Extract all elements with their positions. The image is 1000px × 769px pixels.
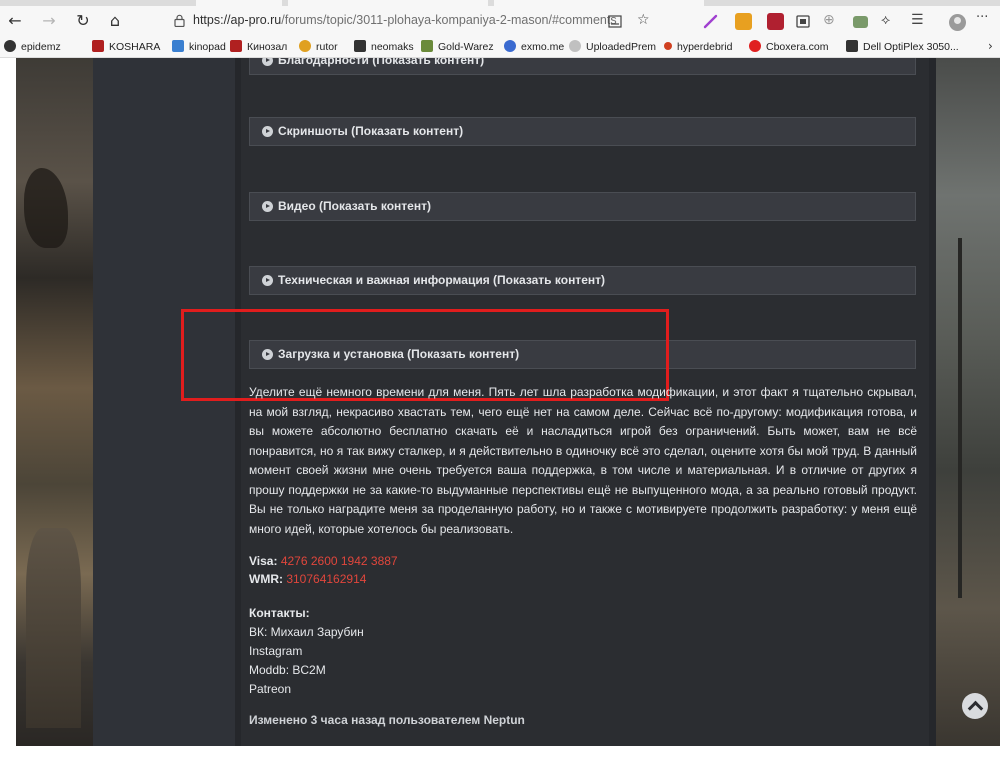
address-url[interactable]: https://ap-pro.ru/forums/topic/3011-ploh… <box>193 13 617 27</box>
spoiler-credits[interactable]: Благодарности (Показать контент) <box>249 58 916 75</box>
reader-icon[interactable] <box>608 14 623 29</box>
favorites-icon[interactable]: ☰ <box>911 12 924 28</box>
spoiler-label: Скриншоты (Показать контент) <box>278 124 464 138</box>
ublock-extension-icon[interactable] <box>767 13 784 30</box>
bookmark-hyperdebrid[interactable]: hyperdebrid <box>664 39 732 55</box>
neomaks-icon <box>354 40 366 52</box>
url-host: https://ap-pro.ru <box>193 13 282 27</box>
bookmark-rutor[interactable]: rutor <box>299 39 338 55</box>
spoiler-label: Техническая и важная информация (Показат… <box>278 273 605 287</box>
spoiler-screenshots[interactable]: Скриншоты (Показать контент) <box>249 117 916 146</box>
bookmark-koshara[interactable]: KOSHARA <box>92 39 160 55</box>
url-path: /forums/topic/3011-plohaya-kompaniya-2-m… <box>281 13 617 27</box>
bookmark-kinopad[interactable]: kinopad <box>172 39 226 55</box>
uploadedprem-icon <box>569 40 581 52</box>
epidemz-icon <box>4 40 16 52</box>
bookmark-epidemz[interactable]: epidemz <box>4 39 61 55</box>
hyperdebrid-icon <box>664 42 672 50</box>
extensions-icon[interactable]: ⟡ <box>881 12 890 28</box>
background-tree <box>958 238 962 598</box>
visa-number: 4276 2600 1942 3887 <box>280 554 398 568</box>
koshara-icon <box>92 40 104 52</box>
tampermonkey-extension-icon[interactable] <box>853 16 868 28</box>
wmr-number: 310764162914 <box>286 572 367 586</box>
back-icon[interactable]: ← <box>4 10 26 32</box>
globe-extension-icon[interactable]: ⊕ <box>823 12 835 28</box>
post-paragraph: Уделите ещё немного времени для меня. Пя… <box>249 385 917 536</box>
bookmark-gold-warez[interactable]: Gold-Warez <box>421 39 494 55</box>
address-bar[interactable]: https://ap-pro.ru/forums/topic/3011-ploh… <box>160 9 680 33</box>
background-tree <box>24 168 68 248</box>
spoiler-video[interactable]: Видео (Показать контент) <box>249 192 916 221</box>
spoiler-expand-icon <box>262 275 273 286</box>
wmr-label: WMR: <box>249 572 283 586</box>
edited-note: Изменено 3 часа назад пользователем Nept… <box>249 713 525 727</box>
dell-icon <box>846 40 858 52</box>
spoiler-expand-icon <box>262 58 273 66</box>
pen-extension-icon[interactable] <box>703 14 718 29</box>
cast-icon[interactable] <box>796 15 810 28</box>
page-bottom-strip <box>0 746 1000 769</box>
bookmarks-bar: epidemz KOSHARA kinopad Кинозал rutor ne… <box>0 36 1000 58</box>
bookmark-cboxera[interactable]: Cboxera.com <box>749 39 828 55</box>
contact-patreon: Patreon <box>249 682 292 696</box>
visa-line: Visa: 4276 2600 1942 3887 <box>249 554 398 569</box>
page-viewport: Благодарности (Показать контент) Скриншо… <box>0 58 1000 769</box>
kinozal-icon <box>230 40 242 52</box>
spoiler-label: Видео (Показать контент) <box>278 199 431 213</box>
spoiler-expand-icon <box>262 126 273 137</box>
contacts-heading: Контакты: <box>249 606 310 620</box>
bookmark-dell-optiplex[interactable]: Dell OptiPlex 3050... <box>846 39 959 55</box>
more-menu-icon[interactable]: ··· <box>976 10 988 25</box>
visa-label: Visa: <box>249 554 278 568</box>
cboxera-icon <box>749 40 761 52</box>
bookmark-exmo[interactable]: exmo.me <box>504 39 564 55</box>
spoiler-technical-info[interactable]: Техническая и важная информация (Показат… <box>249 266 916 295</box>
contacts-block: Контакты: ВК: Михаил Зарубин Instagram M… <box>249 604 364 699</box>
bookmark-kinozal[interactable]: Кинозал <box>230 39 287 55</box>
bookmark-neomaks[interactable]: neomaks <box>354 39 414 55</box>
scroll-to-top-button[interactable] <box>962 693 988 719</box>
background-art-right <box>936 58 1000 746</box>
forward-icon[interactable]: → <box>38 10 60 32</box>
spoiler-label: Благодарности (Показать контент) <box>278 58 485 67</box>
favorite-star-icon[interactable]: ☆ <box>637 12 650 28</box>
bookmark-uploadedprem[interactable]: UploadedPrem <box>569 39 656 55</box>
gold-warez-icon <box>421 40 433 52</box>
kinopad-icon <box>172 40 184 52</box>
background-art-left <box>16 58 93 746</box>
home-icon[interactable]: ⌂ <box>104 10 126 32</box>
browser-toolbar: ← → ↻ ⌂ https://ap-pro.ru/forums/topic/3… <box>0 6 1000 36</box>
lock-icon[interactable] <box>174 14 185 27</box>
wmr-line: WMR: 310764162914 <box>249 572 366 587</box>
exmo-icon <box>504 40 516 52</box>
right-rail <box>929 58 936 746</box>
contact-instagram: Instagram <box>249 644 303 658</box>
spoiler-expand-icon <box>262 201 273 212</box>
profile-avatar[interactable] <box>949 14 966 31</box>
refresh-icon[interactable]: ↻ <box>72 10 94 32</box>
rutor-icon <box>299 40 311 52</box>
offers-extension-icon[interactable] <box>735 13 752 30</box>
bookmarks-overflow-icon[interactable]: › <box>988 39 993 53</box>
contact-vk: ВК: Михаил Зарубин <box>249 625 364 639</box>
background-figure <box>26 528 81 728</box>
contact-moddb: Moddb: BC2M <box>249 663 326 677</box>
left-rail <box>93 58 235 746</box>
